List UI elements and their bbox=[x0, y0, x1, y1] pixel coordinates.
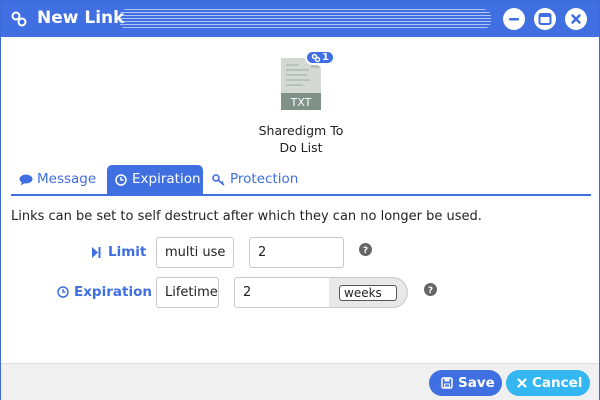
save-label: Save bbox=[458, 375, 495, 391]
link-icon bbox=[311, 53, 321, 63]
link-count-badge: 1 bbox=[305, 50, 335, 65]
minimize-icon bbox=[509, 18, 519, 21]
drag-handle[interactable] bbox=[119, 9, 491, 29]
step-forward-icon bbox=[92, 247, 101, 258]
link-icon bbox=[11, 11, 27, 27]
limit-mode-field[interactable]: multi use bbox=[156, 237, 234, 268]
svg-text:?: ? bbox=[428, 286, 433, 296]
new-link-dialog: New Link TXT 1 Sharedigm To Do List Mess… bbox=[0, 0, 600, 400]
clock-icon bbox=[57, 286, 69, 298]
tab-bar: Message Expiration Protection bbox=[11, 165, 591, 196]
help-icon[interactable]: ? bbox=[359, 243, 372, 256]
minimize-button[interactable] bbox=[503, 8, 525, 30]
clock-icon bbox=[115, 174, 127, 186]
expiration-amount-input[interactable]: 2 bbox=[234, 277, 330, 308]
key-icon bbox=[212, 174, 225, 186]
save-button[interactable]: Save bbox=[429, 370, 502, 396]
help-icon[interactable]: ? bbox=[424, 283, 437, 296]
close-button[interactable] bbox=[565, 8, 587, 30]
tab-message-label: Message bbox=[37, 171, 97, 187]
dialog-footer: Save Cancel bbox=[1, 363, 599, 400]
expiration-mode-field[interactable]: Lifetime bbox=[156, 277, 219, 308]
title-bar[interactable]: New Link bbox=[1, 1, 599, 37]
expiration-unit-select[interactable]: weeks bbox=[339, 285, 397, 301]
cancel-button[interactable]: Cancel bbox=[506, 370, 590, 396]
file-name-line-1: Sharedigm To bbox=[258, 123, 344, 138]
expiration-unit-addon: weeks bbox=[329, 277, 408, 308]
file-name: Sharedigm To Do List bbox=[241, 122, 361, 156]
link-count: 1 bbox=[322, 52, 329, 63]
tab-protection[interactable]: Protection bbox=[212, 165, 312, 194]
svg-text:?: ? bbox=[363, 246, 368, 256]
save-icon bbox=[441, 377, 453, 389]
close-icon bbox=[517, 378, 527, 388]
close-icon bbox=[571, 14, 581, 24]
expiration-label-text: Expiration bbox=[74, 284, 152, 300]
maximize-icon bbox=[538, 13, 552, 25]
window-title: New Link bbox=[37, 8, 125, 28]
comment-icon bbox=[19, 174, 33, 186]
file-type-label: TXT bbox=[290, 96, 312, 109]
tab-protection-label: Protection bbox=[230, 171, 299, 187]
expiration-description: Links can be set to self destruct after … bbox=[11, 209, 482, 224]
tab-expiration[interactable]: Expiration bbox=[107, 165, 203, 194]
limit-label: Limit bbox=[92, 244, 147, 260]
maximize-button[interactable] bbox=[534, 8, 556, 30]
file-name-line-2: Do List bbox=[279, 140, 323, 155]
limit-label-text: Limit bbox=[108, 244, 147, 260]
expiration-label: Expiration bbox=[57, 284, 152, 300]
limit-count-input[interactable]: 2 bbox=[249, 237, 344, 268]
cancel-label: Cancel bbox=[532, 375, 583, 391]
tab-message[interactable]: Message bbox=[19, 165, 111, 194]
tab-expiration-label: Expiration bbox=[132, 171, 201, 187]
